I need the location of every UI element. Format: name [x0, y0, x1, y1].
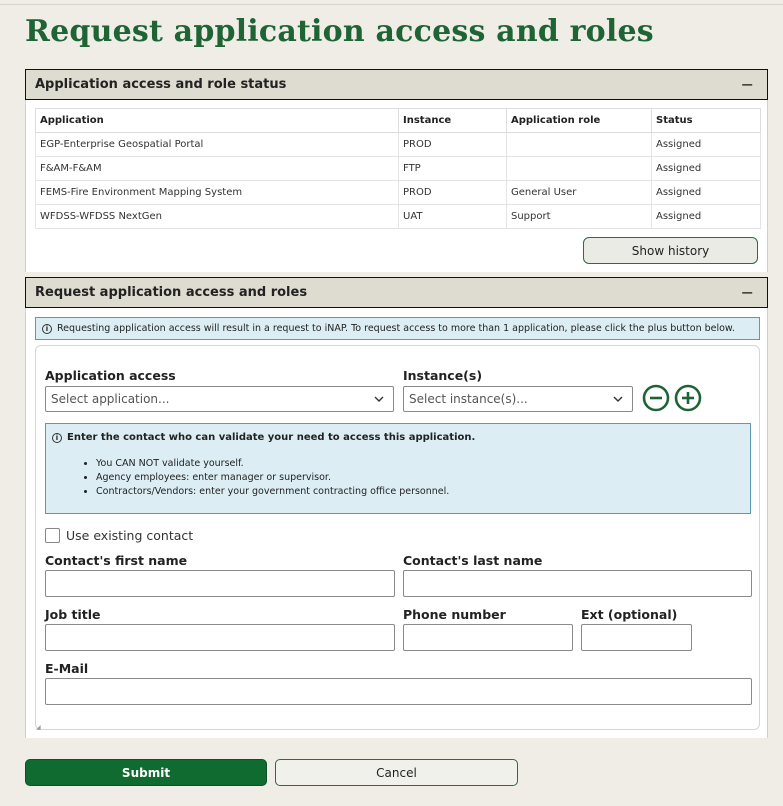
first-name-field[interactable]	[45, 570, 395, 597]
job-title-label: Job title	[45, 607, 101, 622]
cell-role	[506, 132, 652, 157]
last-name-field[interactable]	[403, 570, 752, 597]
contact-info-list: You CAN NOT validate yourself. Agency em…	[96, 458, 449, 500]
add-circle-icon[interactable]	[674, 384, 702, 412]
submit-button[interactable]: Submit	[25, 759, 267, 786]
cell-instance: UAT	[398, 204, 507, 229]
cell-status: Assigned	[651, 204, 761, 229]
cell-role	[506, 156, 652, 181]
status-panel-header[interactable]: Application access and role status −	[25, 69, 768, 100]
column-header[interactable]: Status	[651, 108, 761, 133]
cancel-button[interactable]: Cancel	[275, 759, 518, 786]
phone-number-field[interactable]	[403, 624, 573, 651]
list-item: Agency employees: enter manager or super…	[96, 472, 449, 483]
contact-info-box: i Enter the contact who can validate you…	[45, 423, 751, 514]
collapse-icon[interactable]: −	[741, 75, 754, 94]
show-history-button[interactable]: Show history	[583, 237, 758, 264]
page-title: Request application access and roles	[25, 14, 654, 49]
info-banner: i Requesting application access will res…	[35, 317, 760, 340]
use-existing-contact-label[interactable]: Use existing contact	[66, 528, 193, 543]
request-panel-title: Request application access and roles	[35, 285, 308, 300]
column-header[interactable]: Application role	[506, 108, 652, 133]
use-existing-contact-checkbox[interactable]	[45, 528, 60, 543]
column-header[interactable]: Application	[35, 108, 399, 133]
application-select[interactable]: Select application...	[45, 386, 394, 412]
cell-status: Assigned	[651, 180, 761, 205]
instances-select[interactable]: Select instance(s)...	[403, 386, 633, 412]
instances-label: Instance(s)	[403, 368, 483, 383]
top-divider	[0, 4, 783, 5]
cell-instance: PROD	[398, 132, 507, 157]
cell-status: Assigned	[651, 132, 761, 157]
remove-circle-icon[interactable]	[642, 384, 670, 412]
cell-application: EGP-Enterprise Geospatial Portal	[35, 132, 399, 157]
cell-instance: FTP	[398, 156, 507, 181]
cell-application: F&AM-F&AM	[35, 156, 399, 181]
column-header[interactable]: Instance	[398, 108, 507, 133]
first-name-label: Contact's first name	[45, 553, 188, 568]
application-access-label: Application access	[45, 368, 176, 383]
application-select-placeholder: Select application...	[51, 392, 170, 406]
info-icon: i	[42, 323, 52, 334]
request-panel-header[interactable]: Request application access and roles −	[25, 277, 768, 308]
table-header-row: Application Instance Application role St…	[35, 108, 761, 133]
phone-number-label: Phone number	[403, 607, 506, 622]
list-item: Contractors/Vendors: enter your governme…	[96, 486, 449, 497]
ext-field[interactable]	[581, 624, 692, 651]
table-row: FEMS-Fire Environment Mapping System PRO…	[35, 180, 761, 205]
chevron-down-icon	[613, 396, 623, 402]
cell-status: Assigned	[651, 156, 761, 181]
cell-application: FEMS-Fire Environment Mapping System	[35, 180, 399, 205]
instances-select-placeholder: Select instance(s)...	[409, 392, 528, 406]
last-name-label: Contact's last name	[403, 553, 543, 568]
contact-info-heading-row: i Enter the contact who can validate you…	[52, 432, 475, 443]
info-icon: i	[52, 432, 62, 443]
status-panel-title: Application access and role status	[35, 77, 287, 92]
collapse-icon[interactable]: −	[741, 283, 754, 302]
email-field[interactable]	[45, 678, 752, 705]
table-row: EGP-Enterprise Geospatial Portal PROD As…	[35, 132, 761, 157]
table-row: F&AM-F&AM FTP Assigned	[35, 156, 761, 181]
table-row: WFDSS-WFDSS NextGen UAT Support Assigned	[35, 204, 761, 229]
job-title-field[interactable]	[45, 624, 395, 651]
resize-handle-icon: ◢	[36, 724, 41, 731]
info-banner-text: Requesting application access will resul…	[57, 323, 735, 334]
email-label: E-Mail	[45, 661, 89, 676]
status-panel-body: Application Instance Application role St…	[25, 100, 768, 272]
cell-role: Support	[506, 204, 652, 229]
request-panel-body: i Requesting application access will res…	[25, 308, 768, 738]
access-request-card: Application access Select application...…	[35, 345, 760, 731]
contact-info-heading: Enter the contact who can validate your …	[67, 432, 476, 443]
list-item: You CAN NOT validate yourself.	[96, 458, 449, 469]
cell-application: WFDSS-WFDSS NextGen	[35, 204, 399, 229]
ext-label: Ext (optional)	[581, 607, 678, 622]
chevron-down-icon	[374, 396, 384, 402]
cell-instance: PROD	[398, 180, 507, 205]
cell-role: General User	[506, 180, 652, 205]
status-table: Application Instance Application role St…	[35, 108, 761, 229]
